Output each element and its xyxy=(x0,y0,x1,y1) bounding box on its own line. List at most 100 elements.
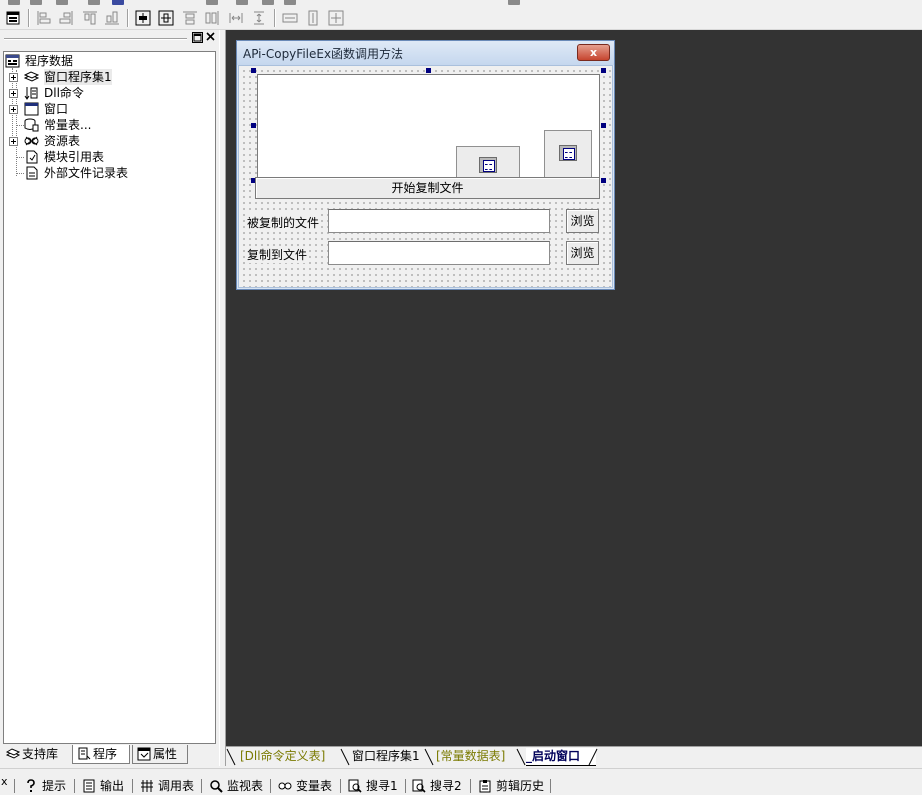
tree-expander[interactable] xyxy=(9,73,18,82)
program-data-icon xyxy=(5,54,20,68)
same-size-icon[interactable] xyxy=(328,10,344,26)
toolbar-separator xyxy=(28,9,30,27)
browse-label: 浏览 xyxy=(570,246,595,260)
tab-window-assembly[interactable]: 窗口程序集1 xyxy=(352,748,420,766)
tab-program[interactable]: 程序 xyxy=(72,745,130,764)
restore-icon xyxy=(193,33,202,42)
properties-icon xyxy=(137,747,151,761)
toolbar-button-partial[interactable] xyxy=(112,0,124,5)
tab-label: _启动窗口 xyxy=(526,749,581,763)
tab-divider xyxy=(340,748,350,766)
panel-grip[interactable] xyxy=(4,38,187,40)
clipboard-icon xyxy=(479,780,491,793)
tab-properties[interactable]: 属性 xyxy=(132,745,188,764)
align-bottom-icon[interactable] xyxy=(104,10,120,26)
toolbar-button-partial[interactable] xyxy=(30,0,42,5)
tree-item-window-assembly[interactable]: 窗口程序集1 xyxy=(24,69,204,85)
selection-handle[interactable] xyxy=(426,68,431,73)
tab-label: 搜寻1 xyxy=(366,779,398,793)
tree-root[interactable]: 程序数据 xyxy=(5,53,205,69)
output-tab-watch[interactable]: 监视表 xyxy=(209,777,263,795)
panel-splitter[interactable] xyxy=(219,30,226,766)
tab-label: 提示 xyxy=(42,779,67,793)
tree-expander[interactable] xyxy=(9,105,18,114)
form-client-area[interactable]: 开始复制文件 被复制的文件 浏览 复制到文件 浏览 xyxy=(238,65,613,288)
toolbar-separator xyxy=(270,779,271,793)
tree-item-label: 资源表 xyxy=(44,134,81,148)
left-panel-tabs: 支持库 程序 属性 xyxy=(0,745,220,765)
selection-handle[interactable] xyxy=(601,178,606,183)
selection-handle[interactable] xyxy=(251,123,256,128)
output-tab-clip-history[interactable]: 剪辑历史 xyxy=(478,777,544,795)
form-title-bar[interactable]: APi-CopyFileEx函数调用方法 x xyxy=(237,41,614,65)
toolbar-button-partial[interactable] xyxy=(8,0,20,5)
output-tab-search1[interactable]: 搜寻1 xyxy=(348,777,398,795)
layers-icon xyxy=(24,71,39,82)
tree-item-external-files[interactable]: 外部文件记录表 xyxy=(24,165,204,181)
tree-item-window[interactable]: 窗口 xyxy=(24,101,204,117)
tab-label: 属性 xyxy=(153,747,178,761)
toolbar-separator xyxy=(74,779,75,793)
tab-constants[interactable]: [常量数据表] xyxy=(436,748,505,766)
browse-source-button[interactable]: 浏览 xyxy=(566,209,599,233)
tree-item-dll-command[interactable]: Dll命令 xyxy=(24,85,204,101)
output-tab-hint[interactable]: 提示 xyxy=(24,777,66,795)
align-left-icon[interactable] xyxy=(36,10,52,26)
tab-dll-commands[interactable]: [Dll命令定义表] xyxy=(240,748,325,766)
toolbar-button-partial[interactable] xyxy=(206,0,218,5)
selection-handle[interactable] xyxy=(601,123,606,128)
toolbar-button-partial[interactable] xyxy=(88,0,100,5)
align-top-icon[interactable] xyxy=(82,10,98,26)
selection-handle[interactable] xyxy=(251,68,256,73)
form-icon[interactable] xyxy=(5,10,21,26)
call-table-icon xyxy=(141,780,153,792)
selection-handle[interactable] xyxy=(601,68,606,73)
toolbar-button-partial[interactable] xyxy=(284,0,296,5)
browse-label: 浏览 xyxy=(570,214,595,228)
tree-expander[interactable] xyxy=(9,89,18,98)
start-copy-button[interactable]: 开始复制文件 xyxy=(255,177,600,199)
distribute-right-icon[interactable] xyxy=(204,10,220,26)
toolbar-button-partial[interactable] xyxy=(262,0,274,5)
output-tab-variables[interactable]: 变量表 xyxy=(278,777,332,795)
tab-startup-window[interactable]: _启动窗口 xyxy=(526,748,596,766)
same-height-icon[interactable] xyxy=(305,10,321,26)
tree-connector xyxy=(16,157,24,158)
tree-expander[interactable] xyxy=(9,137,18,146)
target-file-label: 复制到文件 xyxy=(247,246,308,263)
tree-item-label: 外部文件记录表 xyxy=(44,166,129,180)
browse-target-button[interactable]: 浏览 xyxy=(566,241,599,265)
center-horizontal-icon[interactable] xyxy=(135,10,151,26)
target-file-input[interactable] xyxy=(328,241,550,265)
output-tab-search2[interactable]: 搜寻2 xyxy=(412,777,462,795)
space-vertical-icon[interactable] xyxy=(251,10,267,26)
align-center-icon[interactable] xyxy=(58,10,74,26)
source-file-input[interactable] xyxy=(328,209,550,233)
toolbar-separator xyxy=(470,779,471,793)
panel-restore-button[interactable] xyxy=(192,32,203,43)
output-close-button[interactable]: x xyxy=(1,775,8,788)
tab-label: 输出 xyxy=(100,779,125,793)
tree-item-constants[interactable]: 常量表... xyxy=(24,117,204,133)
designed-form-window[interactable]: APi-CopyFileEx函数调用方法 x 开始复制文件 被复制的文件 浏览 … xyxy=(236,40,615,290)
module-icon xyxy=(26,150,38,164)
form-close-button[interactable]: x xyxy=(577,44,610,61)
tab-divider xyxy=(424,748,434,766)
tab-support-library[interactable]: 支持库 xyxy=(2,745,70,764)
distribute-top-icon[interactable] xyxy=(182,10,198,26)
toolbar-separator xyxy=(274,9,276,27)
tree-item-resources[interactable]: 资源表 xyxy=(24,133,204,149)
space-horizontal-icon[interactable] xyxy=(228,10,244,26)
dialog-icon xyxy=(559,145,577,161)
center-vertical-icon[interactable] xyxy=(158,10,174,26)
toolbar-button-partial[interactable] xyxy=(236,0,248,5)
output-tab-call-table[interactable]: 调用表 xyxy=(140,777,194,795)
tree-item-module-refs[interactable]: 模块引用表 xyxy=(24,149,204,165)
tab-divider xyxy=(226,748,236,766)
same-width-icon[interactable] xyxy=(282,10,298,26)
dialog-control[interactable] xyxy=(544,130,592,178)
output-tab-output[interactable]: 输出 xyxy=(82,777,124,795)
panel-close-button[interactable] xyxy=(205,32,216,43)
toolbar-button-partial[interactable] xyxy=(508,0,520,5)
toolbar-button-partial[interactable] xyxy=(56,0,68,5)
